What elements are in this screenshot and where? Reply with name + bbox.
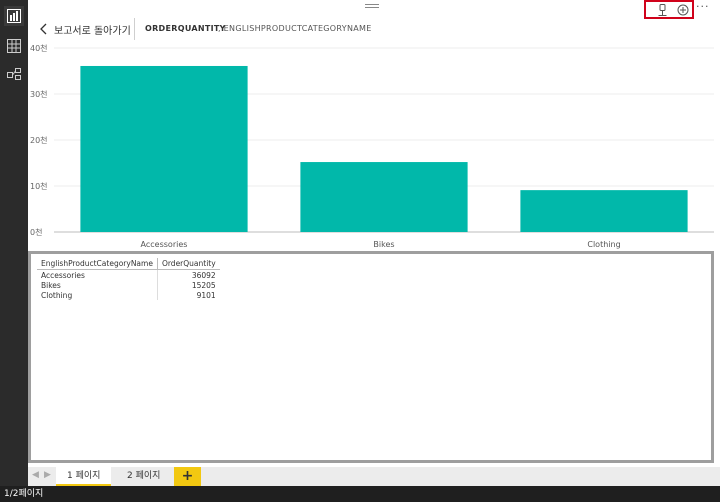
- axis-title: , ENGLISHPRODUCTCATEGORYNAME: [218, 24, 372, 33]
- measure-title: ORDERQUANTITY: [145, 24, 226, 33]
- column-header-category[interactable]: EnglishProductCategoryName: [37, 258, 158, 270]
- table-row: Accessories 36092: [37, 269, 220, 280]
- page-tabs-bar: ◀ ▶ 1 페이지 2 페이지 +: [28, 467, 720, 486]
- chevron-left-icon: [40, 23, 47, 35]
- column-header-quantity[interactable]: OrderQuantity: [156, 258, 220, 270]
- x-tick-label: Clothing: [587, 240, 620, 249]
- left-rail: [0, 0, 28, 486]
- cell-category: Accessories: [41, 270, 85, 280]
- y-tick-label: 30천: [30, 89, 48, 99]
- next-page-icon[interactable]: ▶: [44, 470, 54, 482]
- visual-header: 보고서로 돌아가기 ORDERQUANTITY , ENGLISHPRODUCT…: [28, 18, 720, 40]
- x-tick-label: Accessories: [141, 240, 188, 249]
- page-indicator: 1/2페이지: [4, 489, 44, 499]
- prev-page-icon[interactable]: ◀: [32, 470, 42, 482]
- header-divider: [134, 18, 135, 40]
- y-tick-label: 40천: [30, 43, 48, 53]
- report-view-icon[interactable]: [4, 6, 24, 26]
- bar-bikes[interactable]: [300, 162, 468, 232]
- x-tick-label: Bikes: [373, 240, 394, 249]
- cell-category: Clothing: [41, 290, 73, 300]
- relationships-view-icon[interactable]: [4, 64, 24, 84]
- more-options-icon[interactable]: ···: [696, 0, 710, 13]
- resize-handle[interactable]: [365, 4, 379, 9]
- tab-page-2[interactable]: 2 페이지: [116, 467, 171, 486]
- cell-quantity: 15205: [156, 280, 220, 290]
- bar-chart: 0천 10천 20천 30천 40천 Accessories Bikes Clothing: [30, 43, 714, 249]
- bar-accessories[interactable]: [80, 65, 248, 232]
- add-page-button[interactable]: +: [174, 467, 201, 486]
- table-row: Clothing 9101: [37, 290, 220, 300]
- status-bar: 1/2페이지: [0, 486, 720, 502]
- data-table: EnglishProductCategoryName OrderQuantity…: [37, 258, 220, 300]
- report-canvas: ··· 보고서로 돌아가기 ORDERQUANTITY , ENGLISHPRO…: [28, 0, 720, 486]
- y-tick-label: 10천: [30, 181, 48, 191]
- back-label: 보고서로 돌아가기: [54, 25, 131, 37]
- cell-category: Bikes: [41, 280, 61, 290]
- table-row: Bikes 15205: [37, 280, 220, 290]
- bar-clothing[interactable]: [520, 190, 688, 232]
- y-tick-label: 20천: [30, 135, 48, 145]
- cell-quantity: 36092: [156, 269, 220, 280]
- focus-mode-icon[interactable]: [676, 2, 690, 16]
- pin-icon[interactable]: [656, 2, 670, 16]
- tab-page-1[interactable]: 1 페이지: [56, 467, 112, 486]
- y-tick-label: 0천: [30, 227, 42, 237]
- data-table-panel: EnglishProductCategoryName OrderQuantity…: [28, 251, 714, 463]
- data-view-icon[interactable]: [4, 36, 24, 56]
- back-to-report-button[interactable]: 보고서로 돌아가기: [40, 18, 131, 40]
- cell-quantity: 9101: [156, 290, 220, 300]
